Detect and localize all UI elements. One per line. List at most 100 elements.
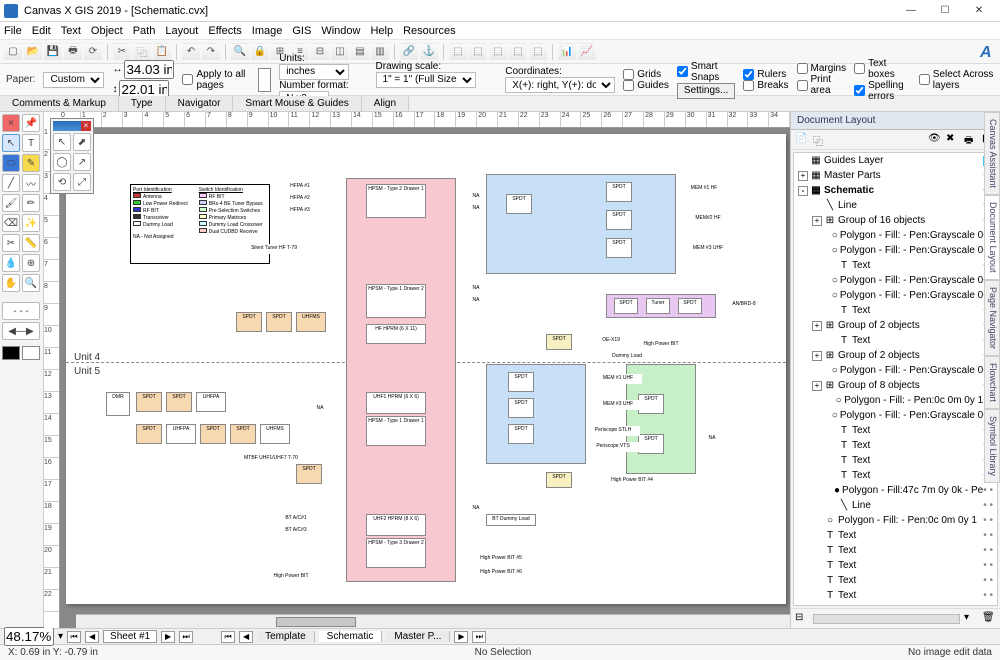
- zoom-dropdown-icon[interactable]: ▾: [58, 631, 63, 642]
- wand-tool[interactable]: ✨: [22, 214, 40, 232]
- canvas-viewport[interactable]: Port Identification Antenna Low Power Re…: [60, 128, 790, 628]
- tree-node[interactable]: TText• •: [794, 558, 997, 573]
- text-tool[interactable]: T: [22, 134, 40, 152]
- link-icon[interactable]: 🔗: [400, 43, 418, 61]
- last-page-button[interactable]: ⏭: [179, 631, 193, 643]
- tree-node[interactable]: TText• •: [794, 543, 997, 558]
- tree-node[interactable]: ○Polygon - Fill: - Pen:0c 0m 0y 1• •: [794, 513, 997, 528]
- gis1-icon[interactable]: ⬚: [449, 43, 467, 61]
- side-tab-document-layout[interactable]: Document Layout: [984, 195, 1000, 280]
- float-toolbox[interactable]: × ↖⬈ ◯↗ ⟲⤢: [50, 118, 94, 194]
- cut-icon[interactable]: ✂: [113, 43, 131, 61]
- direct-select-tool[interactable]: ⬈: [73, 133, 91, 151]
- print-icon[interactable]: 🖶: [64, 43, 82, 61]
- h-scrollbar[interactable]: [76, 614, 790, 628]
- gis3-icon[interactable]: ⬚: [489, 43, 507, 61]
- tree-node[interactable]: +⊞Group of 2 objects• •: [794, 348, 997, 363]
- paste-icon[interactable]: 📋: [153, 43, 171, 61]
- tree-node[interactable]: TText• •: [794, 438, 997, 453]
- rotate-tool[interactable]: ⟲: [53, 173, 71, 191]
- tree-node[interactable]: ○Polygon - Fill: - Pen:Grayscale 0• •: [794, 273, 997, 288]
- trash-icon[interactable]: 🗑: [982, 612, 996, 626]
- tree-collapse-icon[interactable]: ⊟: [795, 612, 809, 626]
- side-tab-canvas-assistant[interactable]: Canvas Assistant: [984, 112, 1000, 195]
- tree-node[interactable]: TText• •: [794, 588, 997, 603]
- tree-node[interactable]: TText• •: [794, 258, 997, 273]
- tree-node[interactable]: TText• •: [794, 468, 997, 483]
- width-input[interactable]: [124, 60, 174, 79]
- tree-node[interactable]: ○Polygon - Fill: - Pen:0c 0m 0y 1• •: [794, 393, 997, 408]
- close-button[interactable]: ✕: [962, 1, 996, 21]
- tab-master[interactable]: Master P...: [386, 631, 450, 642]
- rulers-checkbox[interactable]: [743, 69, 754, 80]
- menu-text[interactable]: Text: [61, 25, 81, 37]
- chart-icon[interactable]: 📊: [558, 43, 576, 61]
- menu-layout[interactable]: Layout: [165, 25, 198, 37]
- tree-node[interactable]: +⊞Group of 16 objects• •: [794, 213, 997, 228]
- nav-prev[interactable]: ◀: [239, 631, 253, 643]
- brush-tool[interactable]: 🖌: [2, 194, 20, 212]
- lasso-tool[interactable]: ◯: [53, 153, 71, 171]
- tree-node[interactable]: ╲Line• •: [794, 198, 997, 213]
- anchor-icon[interactable]: ⚓: [420, 43, 438, 61]
- units-select[interactable]: inches: [279, 64, 349, 80]
- tree-node[interactable]: ○Polygon - Fill: - Pen:Grayscale 0• •: [794, 228, 997, 243]
- stroke-dash[interactable]: - - -: [2, 302, 40, 320]
- breaks-checkbox[interactable]: [743, 80, 754, 91]
- stroke-arrow[interactable]: ◀—▶: [2, 322, 40, 340]
- node-tool[interactable]: ↗: [73, 153, 91, 171]
- undo-icon[interactable]: ↶: [182, 43, 200, 61]
- zoom-in-icon[interactable]: 🔍: [231, 43, 249, 61]
- side-tab-flowchart[interactable]: Flowchart: [984, 356, 1000, 409]
- curve-tool[interactable]: 〰: [22, 174, 40, 192]
- pencil-tool[interactable]: ✏: [22, 194, 40, 212]
- tree-node[interactable]: ○Polygon - Fill: - Pen:Grayscale 0• •: [794, 288, 997, 303]
- layer-tree[interactable]: ▦Guides Layer+▦Master Parts• •-▦Schemati…: [793, 152, 998, 606]
- textboxes-checkbox[interactable]: [854, 63, 865, 74]
- tree-node[interactable]: TText• •: [794, 573, 997, 588]
- nav-next[interactable]: ▶: [454, 631, 468, 643]
- tree-node[interactable]: +⊞Group of 8 objects• •: [794, 378, 997, 393]
- menu-resources[interactable]: Resources: [403, 25, 456, 37]
- tree-node[interactable]: ▦Guides Layer: [794, 153, 997, 168]
- menu-path[interactable]: Path: [133, 25, 156, 37]
- tree-node[interactable]: +⊞Group of 2 objects• •: [794, 318, 997, 333]
- dup-layer-icon[interactable]: ⿻: [813, 133, 827, 147]
- tree-node[interactable]: TText• •: [794, 423, 997, 438]
- tree-node[interactable]: TText• •: [794, 453, 997, 468]
- spelling-checkbox[interactable]: [854, 85, 865, 96]
- save-icon[interactable]: 💾: [44, 43, 62, 61]
- maximize-button[interactable]: ☐: [928, 1, 962, 21]
- tree-node[interactable]: ╲Line• •: [794, 498, 997, 513]
- tree-node[interactable]: ○Polygon - Fill: - Pen:Grayscale 0• •: [794, 408, 997, 423]
- side-tab-page-navigator[interactable]: Page Navigator: [984, 280, 1000, 356]
- tree-node[interactable]: TText• •: [794, 528, 997, 543]
- select-across-checkbox[interactable]: [919, 74, 930, 85]
- eyedrop-tool[interactable]: 💧: [2, 254, 20, 272]
- tab-navigator[interactable]: Navigator: [166, 96, 234, 111]
- settings-button[interactable]: Settings...: [677, 83, 735, 99]
- nav-first[interactable]: ⏮: [221, 631, 235, 643]
- menu-edit[interactable]: Edit: [32, 25, 51, 37]
- select-tool[interactable]: ↖: [2, 134, 20, 152]
- tree-node[interactable]: +▦Master Parts• •: [794, 168, 997, 183]
- grids-checkbox[interactable]: [623, 69, 634, 80]
- paper-select[interactable]: Custom: [43, 72, 104, 88]
- side-tab-symbol-library[interactable]: Symbol Library: [984, 409, 1000, 483]
- tab-schematic[interactable]: Schematic: [319, 631, 383, 642]
- open-icon[interactable]: 📂: [24, 43, 42, 61]
- tab-comments-markup[interactable]: Comments & Markup: [0, 96, 119, 111]
- tree-node[interactable]: ○Polygon - Fill: - Pen:Grayscale 0• •: [794, 363, 997, 378]
- orientation-icon[interactable]: [258, 68, 272, 92]
- tab-template[interactable]: Template: [257, 631, 315, 642]
- lock2-icon[interactable]: ✖: [946, 133, 960, 147]
- tab-align[interactable]: Align: [362, 96, 409, 111]
- tree-node[interactable]: ○Polygon - Fill: - Pen:Grayscale 0• •: [794, 243, 997, 258]
- picker-tool[interactable]: ⊕: [22, 254, 40, 272]
- tree-scrollbar[interactable]: [813, 614, 960, 624]
- menu-file[interactable]: File: [4, 25, 22, 37]
- eye-icon[interactable]: 👁: [928, 133, 942, 147]
- menu-object[interactable]: Object: [91, 25, 123, 37]
- fill-swatch[interactable]: [2, 346, 20, 360]
- zoom-input[interactable]: [4, 627, 54, 646]
